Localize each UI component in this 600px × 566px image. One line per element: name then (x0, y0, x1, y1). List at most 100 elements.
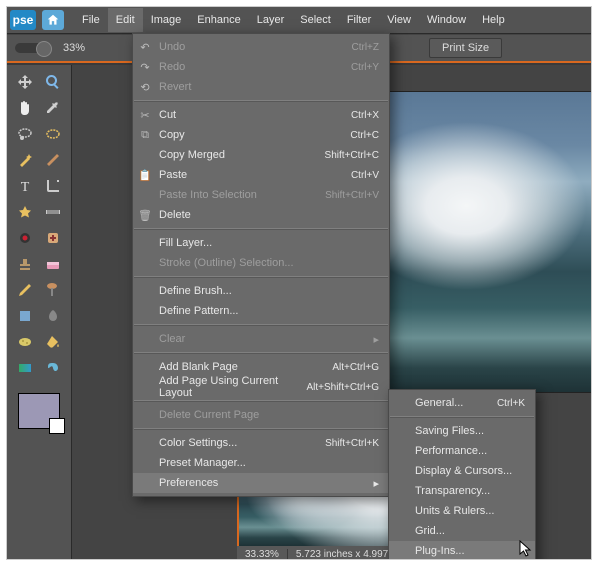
tool-paint[interactable] (40, 278, 66, 302)
tool-sponge[interactable] (12, 330, 38, 354)
print-size-button[interactable]: Print Size (429, 38, 502, 58)
menu-filter[interactable]: Filter (339, 8, 379, 32)
edit-menu-color-settings[interactable]: Color Settings...Shift+Ctrl+K (133, 433, 389, 453)
tool-move[interactable] (12, 70, 38, 94)
svg-text:T: T (21, 180, 30, 194)
tool-zoom[interactable] (40, 70, 66, 94)
menu-window[interactable]: Window (419, 8, 474, 32)
menu-image[interactable]: Image (143, 8, 190, 32)
brush-icon (45, 152, 61, 168)
menu-edit[interactable]: Edit (108, 8, 143, 32)
pref-menu-grid[interactable]: Grid... (389, 521, 535, 541)
status-zoom: 33.33% (237, 549, 288, 560)
hand-icon (17, 100, 33, 116)
cookie-icon (17, 204, 33, 220)
tool-heal[interactable] (40, 226, 66, 250)
color-swatch[interactable] (18, 393, 60, 429)
lasso-icon (17, 126, 33, 142)
edit-menu-preset-manager[interactable]: Preset Manager... (133, 453, 389, 473)
tool-crop[interactable] (40, 174, 66, 198)
tool-pencil[interactable] (12, 278, 38, 302)
edit-menu-copy-merged[interactable]: Copy MergedShift+Ctrl+C (133, 145, 389, 165)
edit-menu-clear: Clear▸ (133, 329, 389, 349)
tool-marquee[interactable] (40, 122, 66, 146)
tool-custom[interactable] (40, 356, 66, 380)
shape-icon (17, 308, 33, 324)
edit-menu-paste-into-selection: Paste Into SelectionShift+Ctrl+V (133, 185, 389, 205)
tool-cookie[interactable] (12, 200, 38, 224)
tool-palette: T (7, 65, 72, 559)
edit-menu-revert: ⟲Revert (133, 77, 389, 97)
tool-lasso[interactable] (12, 122, 38, 146)
tool-redeye[interactable] (12, 226, 38, 250)
pref-menu-transparency[interactable]: Transparency... (389, 481, 535, 501)
home-icon (46, 13, 60, 27)
edit-menu-define-pattern[interactable]: Define Pattern... (133, 301, 389, 321)
preferences-submenu: General...Ctrl+K Saving Files...Performan… (388, 389, 536, 560)
redeye-icon (17, 230, 33, 246)
edit-menu-redo: ↷RedoCtrl+Y (133, 57, 389, 77)
edit-menu-cut[interactable]: ✂CutCtrl+X (133, 105, 389, 125)
move-icon (17, 74, 33, 90)
edit-menu-copy[interactable]: ⧉CopyCtrl+C (133, 125, 389, 145)
tool-brush[interactable] (40, 148, 66, 172)
crop-icon (45, 178, 61, 194)
wand-icon (17, 152, 33, 168)
paint-icon (45, 282, 61, 298)
tool-type[interactable]: T (12, 174, 38, 198)
zoom-icon (45, 74, 61, 90)
pencil-icon (17, 282, 33, 298)
pref-menu-units-rulers[interactable]: Units & Rulers... (389, 501, 535, 521)
menu-file[interactable]: File (74, 8, 108, 32)
edit-menu-undo: ↶UndoCtrl+Z (133, 37, 389, 57)
edit-menu-preferences[interactable]: Preferences▸ (133, 473, 389, 493)
tool-straighten[interactable] (40, 200, 66, 224)
menu-view[interactable]: View (379, 8, 419, 32)
menubar: pse FileEditImageEnhanceLayerSelectFilte… (7, 7, 591, 34)
menu-select[interactable]: Select (292, 8, 339, 32)
app-logo[interactable]: pse (10, 10, 36, 30)
edit-menu-add-blank-page[interactable]: Add Blank PageAlt+Ctrl+G (133, 357, 389, 377)
tool-wand[interactable] (12, 148, 38, 172)
edit-menu-dropdown: ↶UndoCtrl+Z↷RedoCtrl+Y⟲Revert ✂CutCtrl+X⧉… (132, 33, 390, 497)
mouse-cursor (519, 540, 533, 560)
home-button[interactable] (42, 10, 64, 30)
tool-bucket[interactable] (40, 330, 66, 354)
pref-menu-plug-ins[interactable]: Plug-Ins... (389, 541, 535, 560)
straighten-icon (45, 204, 61, 220)
eraser-icon (45, 256, 61, 272)
tool-gradient[interactable] (12, 356, 38, 380)
sponge-icon (17, 334, 33, 350)
marquee-icon (45, 126, 61, 142)
tool-eyedropper[interactable] (40, 96, 66, 120)
tool-hand[interactable] (12, 96, 38, 120)
edit-menu-delete-current-page: Delete Current Page (133, 405, 389, 425)
menu-help[interactable]: Help (474, 8, 513, 32)
type-icon: T (17, 178, 33, 194)
zoom-value: 33% (63, 42, 85, 54)
custom-icon (45, 360, 61, 376)
edit-menu-fill-layer[interactable]: Fill Layer... (133, 233, 389, 253)
pref-menu-general[interactable]: General...Ctrl+K (389, 393, 535, 413)
smudge-icon (45, 308, 61, 324)
gradient-icon (17, 360, 33, 376)
pref-menu-display-cursors[interactable]: Display & Cursors... (389, 461, 535, 481)
eyedropper-icon (45, 100, 61, 116)
tool-shape[interactable] (12, 304, 38, 328)
tool-eraser[interactable] (40, 252, 66, 276)
pref-menu-saving-files[interactable]: Saving Files... (389, 421, 535, 441)
bucket-icon (45, 334, 61, 350)
edit-menu-stroke-outline-selection: Stroke (Outline) Selection... (133, 253, 389, 273)
heal-icon (45, 230, 61, 246)
edit-menu-delete[interactable]: 🗑Delete (133, 205, 389, 225)
pref-menu-performance[interactable]: Performance... (389, 441, 535, 461)
tool-smudge[interactable] (40, 304, 66, 328)
zoom-slider[interactable] (15, 43, 49, 53)
menu-layer[interactable]: Layer (249, 8, 293, 32)
tool-stamp[interactable] (12, 252, 38, 276)
edit-menu-define-brush[interactable]: Define Brush... (133, 281, 389, 301)
edit-menu-add-page-using-current-layout[interactable]: Add Page Using Current LayoutAlt+Shift+C… (133, 377, 389, 397)
edit-menu-paste[interactable]: 📋PasteCtrl+V (133, 165, 389, 185)
menu-enhance[interactable]: Enhance (189, 8, 248, 32)
stamp-icon (17, 256, 33, 272)
